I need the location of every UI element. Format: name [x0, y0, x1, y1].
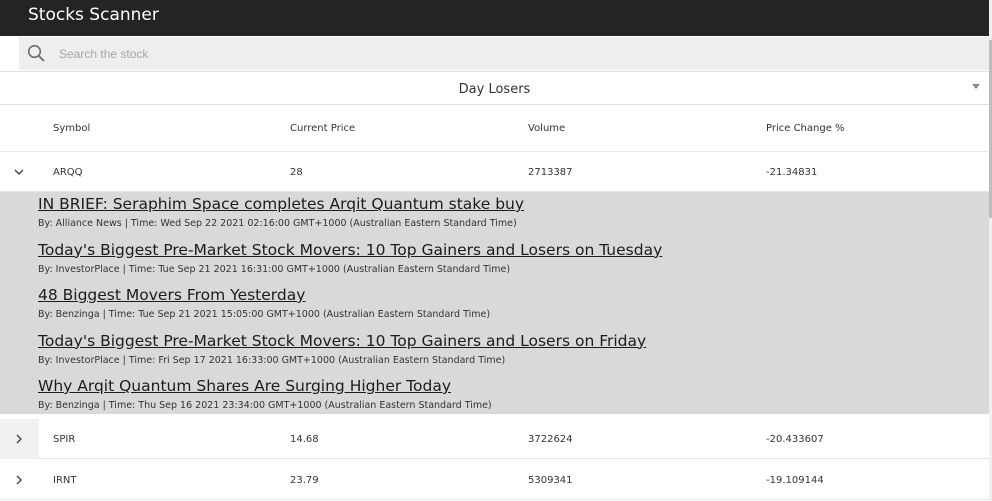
search-bar[interactable] [19, 37, 989, 70]
filter-selected-value: Day Losers [458, 82, 531, 97]
cell-change: -21.34831 [766, 167, 818, 178]
news-panel: IN BRIEF: Seraphim Space completes Arqit… [0, 192, 989, 414]
cell-price: 14.68 [290, 434, 319, 445]
news-item: 48 Biggest Movers From Yesterday By: Ben… [38, 285, 989, 331]
cell-symbol: IRNT [53, 475, 77, 486]
cell-volume: 3722624 [528, 434, 573, 445]
table-row[interactable]: ARQQ 28 2713387 -21.34831 [0, 152, 989, 192]
chevron-down-icon [14, 169, 24, 175]
cell-price: 23.79 [290, 475, 319, 486]
app-title: Stocks Scanner [28, 5, 159, 25]
expand-toggle[interactable] [0, 419, 39, 459]
cell-symbol: SPIR [53, 434, 76, 445]
header-current-price: Current Price [290, 123, 356, 134]
app-bar: Stocks Scanner [0, 0, 992, 36]
expand-toggle[interactable] [0, 152, 39, 192]
news-meta: By: Benzinga | Time: Tue Sep 21 2021 15:… [38, 309, 491, 320]
search-icon [27, 44, 45, 62]
cell-volume: 5309341 [528, 475, 573, 486]
cell-price: 28 [290, 167, 303, 178]
cell-volume: 2713387 [528, 167, 573, 178]
news-link[interactable]: Today's Biggest Pre-Market Stock Movers:… [38, 240, 989, 260]
header-symbol: Symbol [53, 123, 91, 134]
news-item: IN BRIEF: Seraphim Space completes Arqit… [38, 194, 989, 240]
expand-toggle[interactable] [0, 460, 39, 500]
search-input[interactable] [59, 43, 939, 64]
dropdown-caret-icon [972, 84, 980, 89]
cell-change: -19.109144 [766, 475, 824, 486]
news-meta: By: InvestorPlace | Time: Tue Sep 21 202… [38, 263, 511, 275]
chevron-right-icon [16, 475, 22, 485]
table-row[interactable]: IRNT 23.79 5309341 -19.109144 [0, 460, 989, 500]
filter-select[interactable]: Day Losers [0, 71, 989, 105]
header-price-change: Price Change % [766, 123, 845, 134]
chevron-right-icon [16, 434, 22, 444]
news-link[interactable]: Why Arqit Quantum Shares Are Surging Hig… [38, 376, 989, 396]
header-volume: Volume [528, 123, 566, 134]
news-meta: By: Alliance News | Time: Wed Sep 22 202… [38, 218, 517, 229]
news-meta: By: InvestorPlace | Time: Fri Sep 17 202… [38, 354, 506, 366]
news-link[interactable]: Today's Biggest Pre-Market Stock Movers:… [38, 331, 989, 351]
cell-symbol: ARQQ [53, 167, 83, 178]
news-item: Why Arqit Quantum Shares Are Surging Hig… [38, 376, 989, 422]
cell-change: -20.433607 [766, 434, 824, 445]
news-item: Today's Biggest Pre-Market Stock Movers:… [38, 240, 989, 286]
table-row[interactable]: SPIR 14.68 3722624 -20.433607 [0, 419, 989, 459]
news-item: Today's Biggest Pre-Market Stock Movers:… [38, 331, 989, 377]
table-header: Symbol Current Price Volume Price Change… [0, 106, 989, 152]
news-link[interactable]: IN BRIEF: Seraphim Space completes Arqit… [38, 194, 989, 214]
news-link[interactable]: 48 Biggest Movers From Yesterday [38, 285, 989, 305]
news-meta: By: Benzinga | Time: Thu Sep 16 2021 23:… [38, 400, 492, 411]
